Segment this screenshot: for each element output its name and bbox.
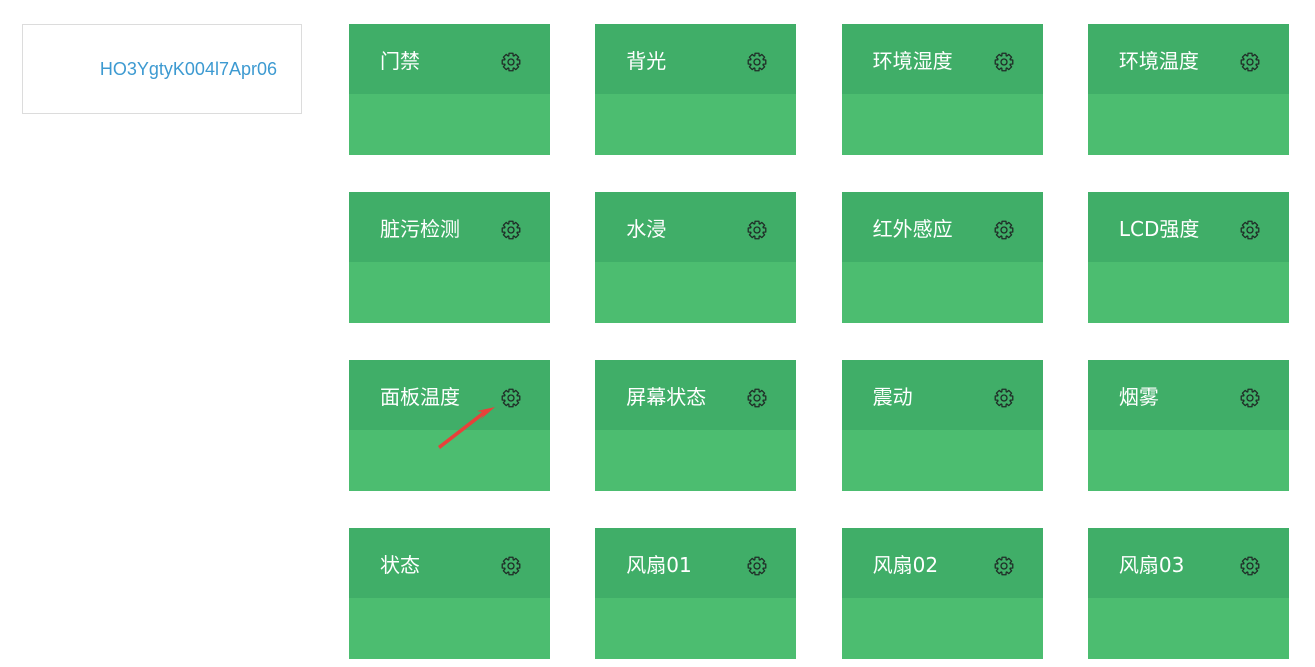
device-card[interactable]: HO3YgtyK004l7Apr06	[22, 24, 302, 114]
gear-icon[interactable]	[500, 219, 522, 241]
tile-title: 风扇02	[872, 552, 939, 577]
tile-header: 震动	[841, 360, 1043, 430]
device-name: HO3YgtyK004l7Apr06	[99, 58, 277, 79]
gear-icon[interactable]	[1239, 555, 1261, 577]
gear-icon[interactable]	[993, 387, 1015, 409]
tile-header: 面板温度	[349, 360, 550, 430]
tile-title: 烟雾	[1118, 384, 1159, 409]
tile-title: 环境湿度	[872, 48, 953, 73]
sensor-tile-fan-03[interactable]: 风扇03	[1087, 528, 1289, 659]
sensor-tile-vibration[interactable]: 震动	[841, 360, 1043, 491]
gear-icon[interactable]	[746, 387, 768, 409]
tile-header: 屏幕状态	[595, 360, 797, 430]
sensor-tile-smoke[interactable]: 烟雾	[1087, 360, 1289, 491]
tile-title: 背光	[626, 48, 667, 73]
tile-header: 环境湿度	[841, 24, 1043, 94]
sensor-tile-fan-02[interactable]: 风扇02	[841, 528, 1043, 659]
tile-header: 水浸	[595, 192, 797, 262]
sensor-tile-water-leak[interactable]: 水浸	[595, 192, 797, 323]
tile-header: 脏污检测	[349, 192, 550, 262]
sensor-grid: 门禁 背光 环境湿度 环境温度 脏污检测 水浸 红外感应 LCD强度 面板温度 …	[349, 24, 1289, 659]
tile-header: 状态	[349, 528, 550, 598]
sensor-tile-infrared[interactable]: 红外感应	[841, 192, 1043, 323]
gear-icon[interactable]	[500, 387, 522, 409]
gear-icon[interactable]	[993, 555, 1015, 577]
tile-title: 状态	[380, 552, 420, 577]
tile-title: 屏幕状态	[626, 384, 707, 409]
sensor-tile-ambient-temperature[interactable]: 环境温度	[1087, 24, 1289, 155]
tile-header: 红外感应	[841, 192, 1043, 262]
tile-title: 水浸	[626, 216, 667, 241]
sensor-tile-status[interactable]: 状态	[349, 528, 550, 659]
gear-icon[interactable]	[500, 51, 522, 73]
tile-header: 风扇02	[841, 528, 1043, 598]
sensor-tile-door-access[interactable]: 门禁	[349, 24, 550, 155]
tile-title: 脏污检测	[380, 216, 460, 241]
tile-title: 红外感应	[872, 216, 953, 241]
tile-header: 背光	[595, 24, 797, 94]
gear-icon[interactable]	[1239, 51, 1261, 73]
gear-icon[interactable]	[993, 51, 1015, 73]
tile-title: 风扇03	[1118, 552, 1185, 577]
tile-header: 环境温度	[1087, 24, 1289, 94]
tile-title: 环境温度	[1118, 48, 1199, 73]
tile-title: 面板温度	[380, 384, 460, 409]
sensor-tile-humidity[interactable]: 环境湿度	[841, 24, 1043, 155]
gear-icon[interactable]	[993, 219, 1015, 241]
tile-title: 震动	[872, 384, 913, 409]
gear-icon[interactable]	[1239, 219, 1261, 241]
sensor-tile-fan-01[interactable]: 风扇01	[595, 528, 797, 659]
tile-header: 门禁	[349, 24, 550, 94]
tile-title: 风扇01	[626, 552, 692, 577]
tile-header: 风扇03	[1087, 528, 1289, 598]
tile-header: 风扇01	[595, 528, 797, 598]
tile-title: LCD强度	[1118, 216, 1200, 241]
gear-icon[interactable]	[746, 555, 768, 577]
sensor-tile-dirt-detection[interactable]: 脏污检测	[349, 192, 550, 323]
sensor-tile-backlight[interactable]: 背光	[595, 24, 797, 155]
tile-header: 烟雾	[1087, 360, 1289, 430]
gear-icon[interactable]	[746, 219, 768, 241]
tile-title: 门禁	[380, 48, 420, 73]
sensor-tile-lcd-intensity[interactable]: LCD强度	[1087, 192, 1289, 323]
sensor-tile-panel-temperature[interactable]: 面板温度	[349, 360, 550, 491]
tile-header: LCD强度	[1087, 192, 1289, 262]
gear-icon[interactable]	[500, 555, 522, 577]
gear-icon[interactable]	[746, 51, 768, 73]
sensor-tile-screen-status[interactable]: 屏幕状态	[595, 360, 797, 491]
gear-icon[interactable]	[1239, 387, 1261, 409]
